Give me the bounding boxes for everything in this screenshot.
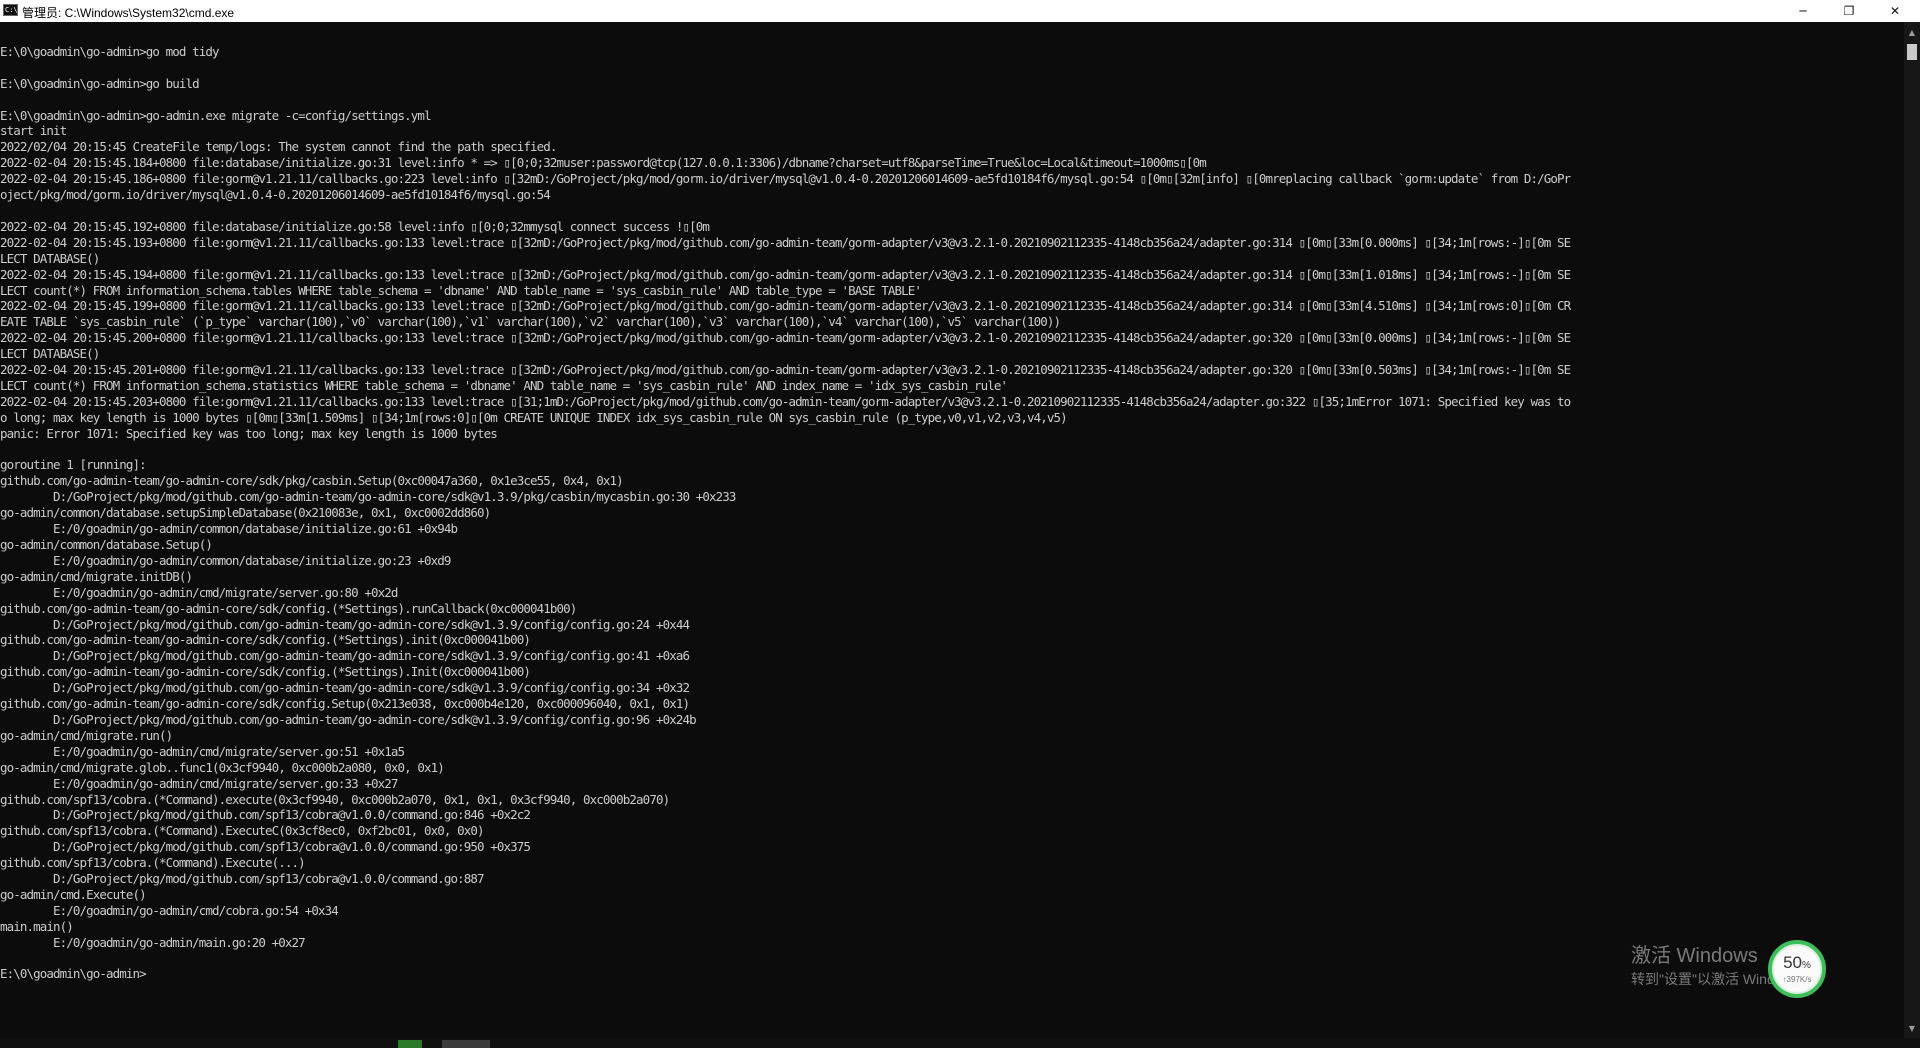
minimize-button[interactable]: ─ [1780,0,1826,22]
scroll-down-arrow-icon[interactable]: ▼ [1904,1020,1920,1036]
close-button[interactable]: ✕ [1872,0,1918,22]
vertical-scrollbar[interactable]: ▲ ▼ [1904,22,1920,1038]
speed-percent: 50% [1783,952,1811,975]
scrollbar-thumb[interactable] [1907,44,1917,60]
speed-percent-sign: % [1802,959,1811,971]
speed-percent-value: 50 [1783,952,1802,972]
network-speed-widget[interactable]: 50% ↑397K/s [1768,940,1826,998]
speed-rate: ↑397K/s [1782,974,1812,984]
title-bar[interactable]: C:\ 管理员: C:\Windows\System32\cmd.exe ─ ❐… [0,0,1920,23]
cmd-icon: C:\ [3,4,18,16]
taskbar-strip [0,1038,1920,1048]
console-text[interactable]: E:\0\goadmin\go-admin>go mod tidy E:\0\g… [0,22,1904,982]
window-title: 管理员: C:\Windows\System32\cmd.exe [22,6,235,20]
taskbar-active-indicator[interactable] [398,1040,422,1048]
scroll-up-arrow-icon[interactable]: ▲ [1904,24,1920,40]
console-output-area[interactable]: E:\0\goadmin\go-admin>go mod tidy E:\0\g… [0,22,1904,1038]
maximize-button[interactable]: ❐ [1826,0,1872,22]
taskbar-item[interactable] [442,1040,490,1048]
